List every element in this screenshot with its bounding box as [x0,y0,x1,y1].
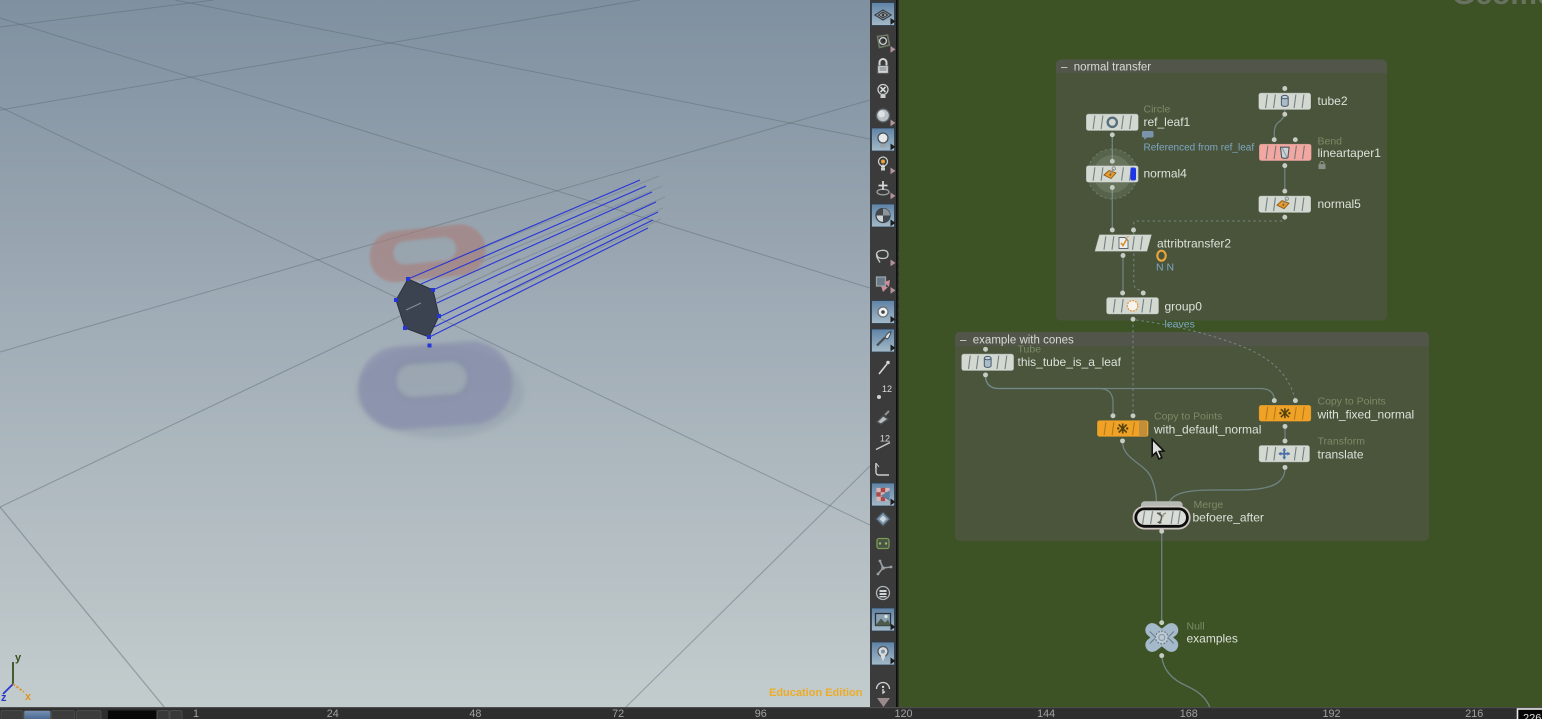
svg-text:translate: translate [1318,448,1364,462]
svg-text:24: 24 [327,708,339,719]
svg-text:y: y [15,652,22,664]
svg-text:168: 168 [1180,708,1198,719]
svg-text:with_fixed_normal: with_fixed_normal [1317,408,1415,422]
svg-text:Merge: Merge [1194,499,1224,511]
svg-text:Tube: Tube [1018,344,1042,356]
svg-text:72: 72 [612,708,624,719]
svg-text:group0: group0 [1165,300,1203,314]
svg-text:12: 12 [880,434,890,444]
svg-text:Copy to Points: Copy to Points [1154,411,1222,423]
svg-text:ref_leaf1: ref_leaf1 [1144,115,1191,129]
svg-text:– normal transfer: – normal transfer [1061,62,1151,74]
svg-text:226: 226 [1523,713,1541,719]
svg-text:Transform: Transform [1318,436,1366,448]
svg-text:Copy to Points: Copy to Points [1318,396,1386,408]
svg-text:1: 1 [193,708,199,719]
svg-text:12: 12 [882,384,892,394]
svg-text:96: 96 [755,708,767,719]
svg-text:N N: N N [1156,262,1174,274]
svg-text:z: z [1,692,7,704]
svg-text:with_default_normal: with_default_normal [1153,423,1261,437]
svg-text:120: 120 [894,708,912,719]
svg-text:Geometry: Geometry [1452,0,1542,11]
svg-text:Circle: Circle [1144,104,1171,116]
svg-text:befoere_after: befoere_after [1193,511,1264,525]
svg-text:x: x [25,691,32,703]
svg-text:Referenced from ref_leaf: Referenced from ref_leaf [1144,143,1255,154]
svg-text:this_tube_is_a_leaf: this_tube_is_a_leaf [1018,355,1122,369]
svg-text:144: 144 [1037,708,1055,719]
svg-text:192: 192 [1322,708,1340,719]
svg-text:tube2: tube2 [1318,94,1348,108]
svg-text:48: 48 [469,708,481,719]
svg-text:Education Edition: Education Edition [769,687,863,699]
svg-text:examples: examples [1187,632,1238,646]
svg-text:leaves: leaves [1165,319,1195,331]
svg-text:normal4: normal4 [1144,167,1188,181]
svg-text:normal5: normal5 [1318,197,1362,211]
svg-text:lineartaper1: lineartaper1 [1318,146,1382,160]
svg-text:attribtransfer2: attribtransfer2 [1157,237,1231,251]
svg-text:216: 216 [1465,708,1483,719]
